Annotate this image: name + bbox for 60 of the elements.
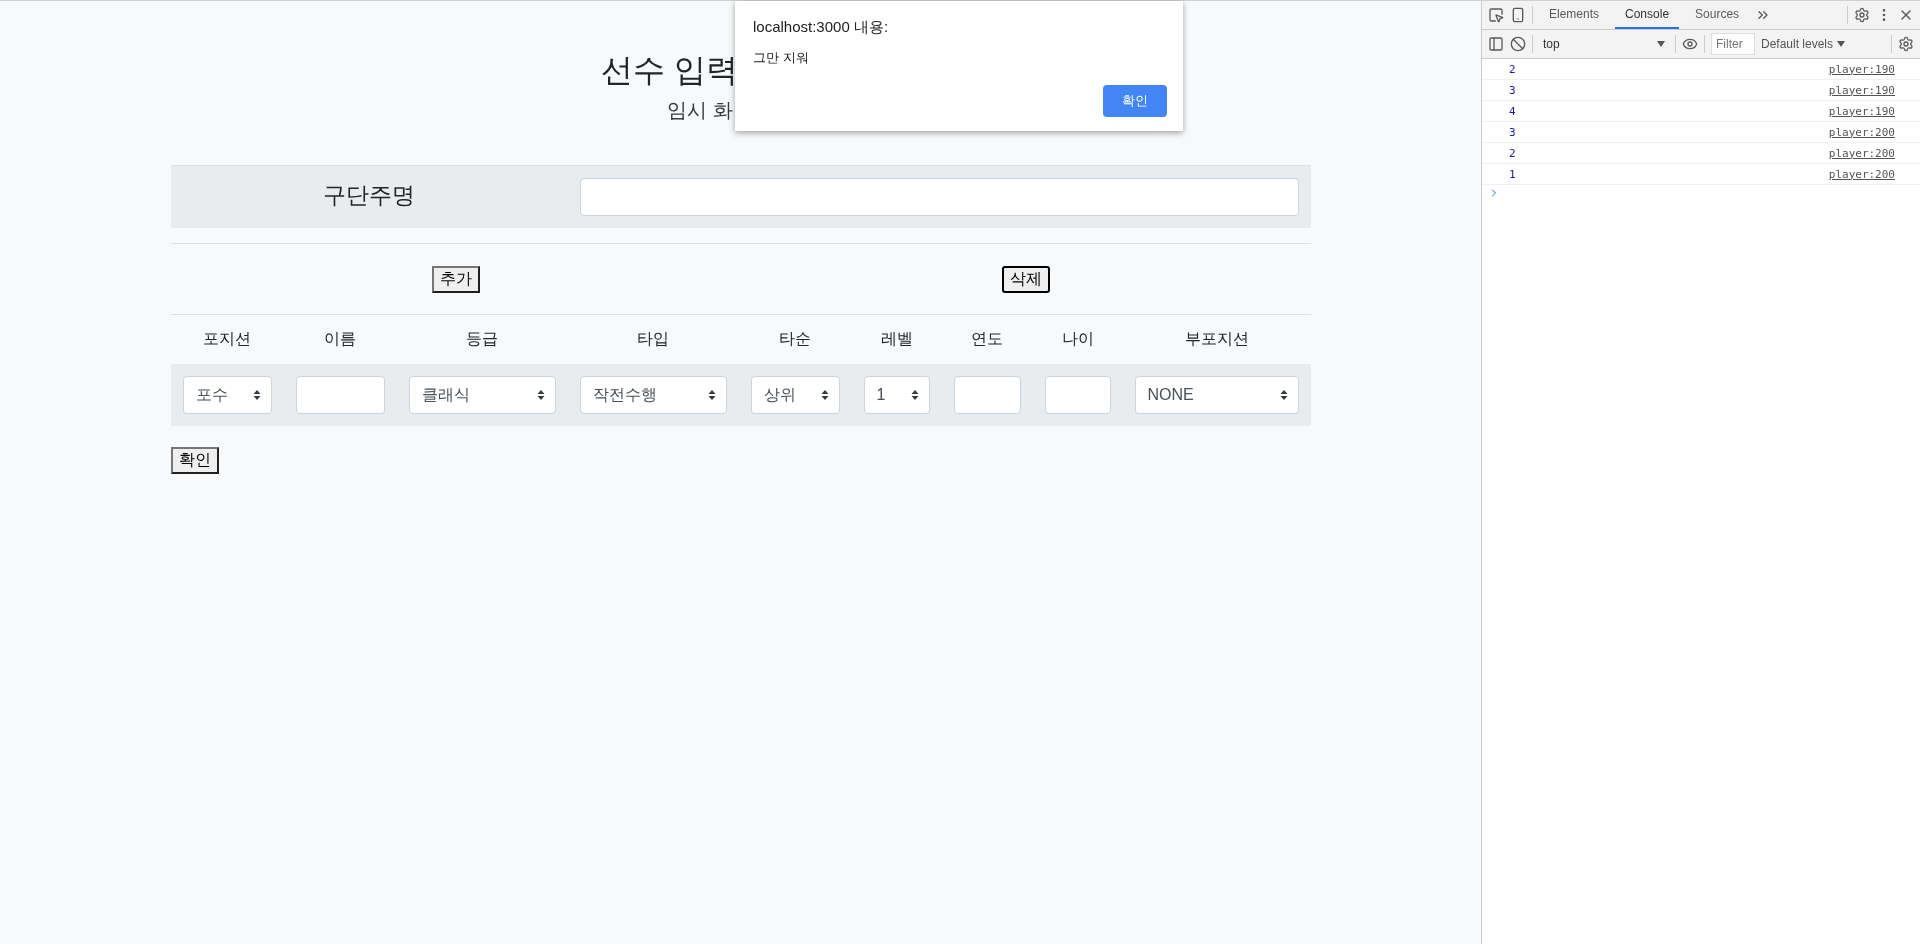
sort-caret-icon — [820, 389, 829, 401]
device-icon[interactable] — [1510, 7, 1526, 23]
alert-message: 그만 지워 — [753, 49, 810, 67]
log-value: 4 — [1509, 104, 1516, 118]
column-header: 등급 — [465, 329, 499, 349]
source-link[interactable]: player:190 — [1828, 62, 1895, 76]
filter-field[interactable]: Filter — [1711, 33, 1755, 55]
eye-icon[interactable] — [1682, 36, 1698, 52]
column-header: 포지션 — [202, 329, 252, 349]
column-header: 타입 — [636, 329, 670, 349]
input-field[interactable] — [953, 376, 1021, 414]
column-header: 레벨 — [879, 329, 914, 349]
sort-caret-icon — [707, 389, 716, 401]
input-field[interactable] — [1044, 376, 1111, 414]
dropdown[interactable]: 작전수행 — [579, 376, 727, 414]
settings-icon[interactable] — [1854, 7, 1870, 23]
action-button[interactable]: 삭제 — [1001, 265, 1050, 293]
devtools-tab[interactable]: Sources — [1685, 1, 1750, 29]
log-value: 1 — [1509, 167, 1516, 181]
source-link[interactable]: player:200 — [1828, 125, 1895, 139]
log-value: 2 — [1509, 62, 1516, 76]
source-link[interactable]: player:200 — [1828, 146, 1895, 160]
dropdown[interactable]: 포수 — [182, 376, 272, 414]
dropdown[interactable]: 1 — [863, 376, 930, 414]
inspect-icon[interactable] — [1488, 7, 1504, 23]
input-field[interactable] — [295, 376, 385, 414]
devtools-tab[interactable]: Elements — [1539, 1, 1610, 29]
source-link[interactable]: player:200 — [1828, 167, 1895, 181]
alert-ok-button[interactable]: 확인 — [1103, 85, 1167, 117]
column-header: 이름 — [323, 329, 357, 349]
column-header: 타순 — [778, 329, 812, 349]
sidebar-icon[interactable] — [1488, 36, 1504, 52]
log-value: 3 — [1509, 125, 1516, 139]
settings-icon[interactable] — [1898, 36, 1914, 52]
owner-input-field[interactable] — [579, 178, 1299, 216]
caret-icon — [1657, 41, 1665, 47]
column-header: 나이 — [1060, 329, 1095, 349]
sort-caret-icon — [910, 389, 919, 401]
column-header: 부포지션 — [1183, 329, 1250, 349]
log-value: 2 — [1509, 146, 1516, 160]
source-link[interactable]: player:190 — [1828, 104, 1895, 118]
page-title: 선수 입력 — [601, 51, 738, 90]
action-button[interactable]: 추가 — [431, 265, 480, 293]
levels-dropdown[interactable]: Default levels — [1761, 37, 1846, 51]
caret-icon — [1837, 41, 1846, 47]
dropdown[interactable]: 상위 — [750, 376, 840, 414]
clear-icon[interactable] — [1510, 36, 1526, 52]
alert-origin: localhost:3000 내용: — [753, 18, 890, 37]
dropdown[interactable]: 클래식 — [408, 376, 556, 414]
confirm-button[interactable]: 확인 — [170, 447, 219, 474]
column-header: 연도 — [970, 329, 1004, 349]
source-link[interactable]: player:190 — [1828, 83, 1895, 97]
sort-caret-icon — [252, 389, 261, 401]
dropdown[interactable]: NONE — [1134, 376, 1299, 414]
context-selector[interactable]: top — [1539, 37, 1669, 51]
sort-caret-icon — [1279, 389, 1288, 401]
owner-label: 구단주명 — [322, 181, 416, 210]
log-value: 3 — [1509, 83, 1516, 97]
page-subtitle: 임시 화 — [667, 98, 733, 123]
sort-caret-icon — [536, 389, 545, 401]
